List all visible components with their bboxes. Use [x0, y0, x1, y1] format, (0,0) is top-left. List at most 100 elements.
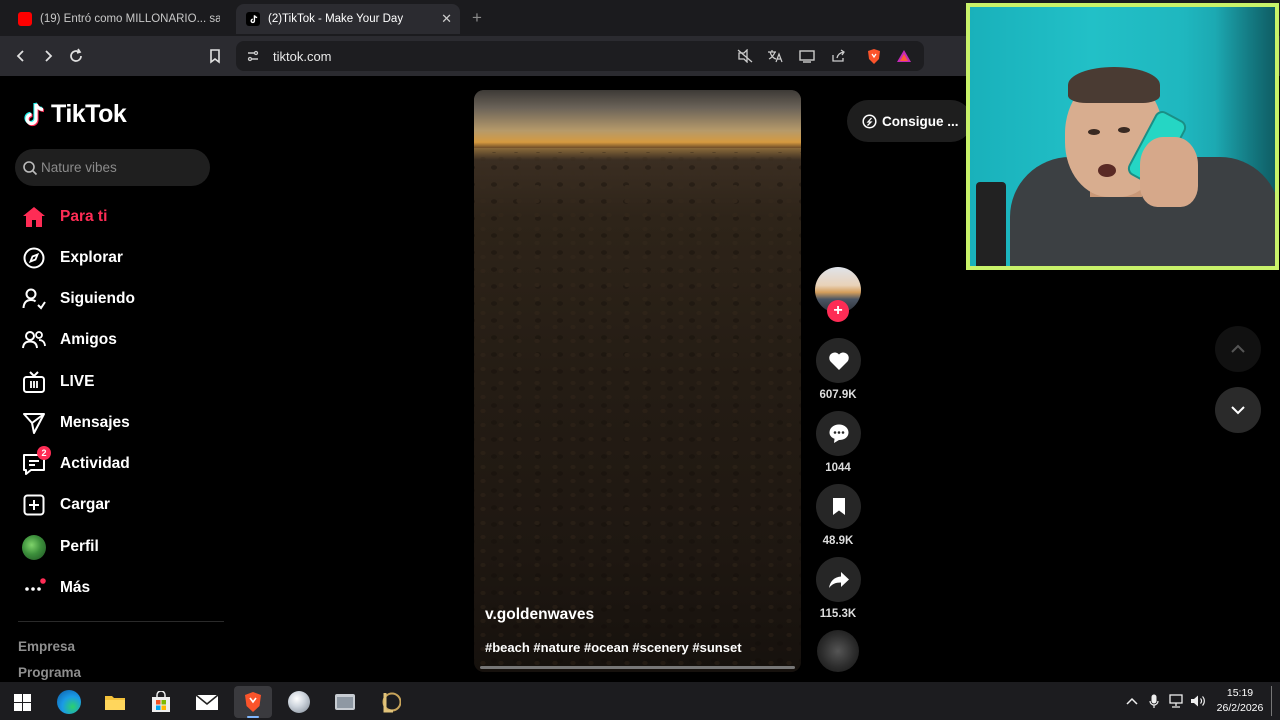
- share-icon[interactable]: [830, 48, 848, 64]
- reload-button[interactable]: [64, 44, 88, 68]
- save-count: 48.9K: [822, 535, 854, 547]
- footer-link-programa[interactable]: Programa: [18, 665, 81, 680]
- app-icon-globe[interactable]: [280, 686, 318, 718]
- webcam-overlay: [966, 3, 1279, 270]
- microphone-icon[interactable]: [1146, 693, 1162, 709]
- tab-title: (2)TikTok - Make Your Day: [268, 13, 404, 25]
- windows-taskbar: 15:19 26/2/2026: [0, 682, 1280, 720]
- start-button[interactable]: [3, 686, 41, 718]
- more-icon: [22, 576, 46, 600]
- get-app-label: Consigue ...: [882, 113, 959, 129]
- network-icon[interactable]: [1168, 693, 1184, 709]
- sidebar-item-label: Cargar: [60, 496, 110, 513]
- sidebar-item-cargar[interactable]: Cargar: [22, 490, 110, 520]
- media-blocked-icon[interactable]: [736, 48, 754, 64]
- previous-video-button[interactable]: [1215, 326, 1261, 372]
- reload-icon: [70, 48, 82, 62]
- next-video-button[interactable]: [1215, 387, 1261, 433]
- home-icon: [22, 205, 46, 229]
- sidebar-item-mensajes[interactable]: Mensajes: [22, 408, 130, 438]
- sidebar-item-perfil[interactable]: Perfil: [22, 532, 99, 562]
- comment-count: 1044: [825, 462, 851, 474]
- live-icon: [22, 370, 46, 394]
- sidebar-item-live[interactable]: LIVE: [22, 367, 94, 397]
- tiktok-logo[interactable]: TikTok: [22, 100, 127, 129]
- comment-icon: [829, 424, 848, 443]
- video-player[interactable]: v.goldenwaves #beach #nature #ocean #sce…: [474, 90, 801, 672]
- video-sky: [474, 90, 801, 148]
- notification-badge: 2: [37, 446, 51, 460]
- heart-icon: [828, 351, 849, 370]
- following-icon: [22, 287, 46, 311]
- sidebar-item-label: LIVE: [60, 373, 95, 390]
- chevron-down-icon: [1231, 406, 1245, 415]
- upload-icon: [22, 493, 46, 517]
- new-tab-button[interactable]: +: [472, 8, 482, 28]
- mail-icon[interactable]: [188, 686, 226, 718]
- bookmark-button[interactable]: [203, 44, 227, 68]
- friends-icon: [22, 328, 46, 352]
- sidebar-item-actividad[interactable]: 2 Actividad: [22, 446, 130, 479]
- site-settings-icon[interactable]: [244, 48, 262, 64]
- sidebar-item-label: Perfil: [60, 538, 99, 555]
- app-icon-window[interactable]: [326, 686, 364, 718]
- edge-browser-icon[interactable]: [50, 686, 88, 718]
- sidebar-item-mas[interactable]: Más: [22, 573, 90, 603]
- sidebar-item-label: Para ti: [60, 208, 108, 225]
- translate-icon[interactable]: [766, 48, 784, 64]
- sidebar-item-label: Siguiendo: [60, 290, 135, 307]
- sidebar-item-label: Actividad: [60, 455, 130, 472]
- youtube-favicon-icon: [18, 12, 32, 26]
- save-button[interactable]: [816, 484, 861, 529]
- tiktok-favicon-icon: [246, 12, 260, 26]
- footer-link-empresa[interactable]: Empresa: [18, 639, 75, 654]
- video-progress-bar[interactable]: [480, 666, 795, 669]
- brave-shields-icon[interactable]: [865, 48, 883, 64]
- windows-logo-icon: [13, 693, 31, 711]
- clock-time: 15:19: [1226, 687, 1254, 699]
- forward-button[interactable]: [36, 44, 60, 68]
- sidebar-item-siguiendo[interactable]: Siguiendo: [22, 284, 135, 314]
- sidebar-divider: [18, 621, 224, 622]
- profile-avatar-icon: [22, 534, 46, 560]
- comment-button[interactable]: [816, 411, 861, 456]
- like-button[interactable]: [816, 338, 861, 383]
- league-of-legends-icon[interactable]: [372, 686, 410, 718]
- share-arrow-icon: [828, 571, 849, 588]
- show-desktop-button[interactable]: [1271, 686, 1272, 716]
- get-app-icon: [862, 113, 877, 129]
- sidebar-item-para-ti[interactable]: Para ti: [22, 202, 107, 232]
- tab-tiktok[interactable]: (2)TikTok - Make Your Day ✕: [236, 4, 460, 34]
- brave-browser-icon[interactable]: [234, 686, 272, 718]
- music-disc-icon[interactable]: [817, 630, 859, 672]
- tiktok-note-icon: [24, 101, 45, 126]
- microsoft-store-icon[interactable]: [142, 686, 180, 718]
- close-tab-icon[interactable]: ✕: [441, 11, 452, 27]
- clock-date: 26/2/2026: [1216, 702, 1264, 714]
- tab-youtube[interactable]: (19) Entró como MILLONARIO... salió: [8, 4, 230, 34]
- show-hidden-icons-icon[interactable]: [1124, 693, 1140, 709]
- sidebar-item-amigos[interactable]: Amigos: [22, 325, 117, 355]
- cast-icon[interactable]: [798, 48, 816, 64]
- sidebar-item-label: Explorar: [60, 249, 123, 266]
- address-bar[interactable]: tiktok.com: [236, 41, 924, 71]
- video-author[interactable]: v.goldenwaves: [485, 606, 594, 624]
- brave-rewards-icon[interactable]: [895, 48, 913, 64]
- tab-title: (19) Entró como MILLONARIO... salió: [40, 13, 220, 25]
- follow-button[interactable]: +: [827, 300, 849, 322]
- back-button[interactable]: [9, 44, 33, 68]
- taskbar-clock[interactable]: 15:19 26/2/2026: [1212, 686, 1268, 716]
- file-explorer-icon[interactable]: [96, 686, 134, 718]
- sidebar-item-explorar[interactable]: Explorar: [22, 243, 123, 273]
- search-placeholder: Nature vibes: [41, 160, 117, 175]
- chair: [976, 182, 1006, 266]
- get-app-button[interactable]: Consigue ...: [847, 100, 972, 142]
- bookmark-icon: [210, 49, 220, 64]
- search-input[interactable]: Nature vibes: [15, 149, 210, 186]
- video-sand-texture: [474, 152, 801, 672]
- share-button[interactable]: [816, 557, 861, 602]
- webcam-feed: [970, 7, 1275, 266]
- volume-icon[interactable]: [1190, 693, 1206, 709]
- video-hashtags[interactable]: #beach #nature #ocean #scenery #sunset: [485, 640, 742, 655]
- share-count: 115.3K: [819, 608, 857, 620]
